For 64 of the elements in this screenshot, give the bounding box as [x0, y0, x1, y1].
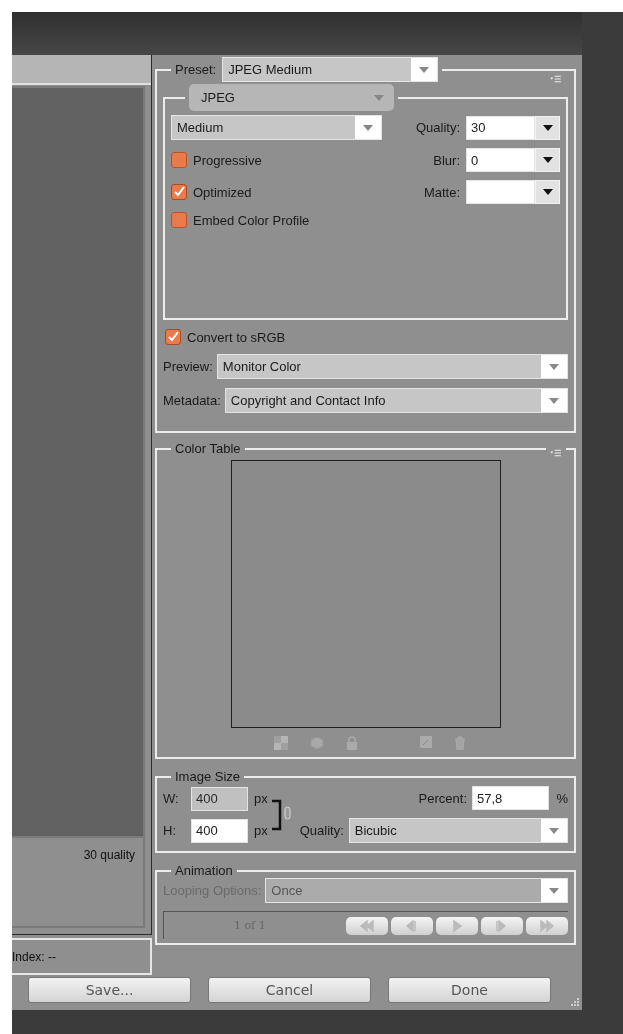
preview-dropdown[interactable]: Monitor Color [216, 354, 568, 379]
checker-icon[interactable] [273, 736, 288, 750]
unit-label: % [555, 790, 568, 806]
preset-label: Preset: [175, 62, 217, 77]
dialog-button[interactable]: Cancel [208, 977, 371, 1003]
unit-label: px [254, 823, 268, 838]
quality-label: Quality: [415, 120, 460, 135]
dimension-label: W: [163, 791, 180, 806]
checkbox[interactable] [171, 184, 187, 200]
dropdown-button[interactable] [535, 180, 560, 204]
caret-icon [419, 66, 430, 73]
group-title: Color Table [175, 441, 241, 456]
new-item-icon[interactable] [419, 736, 432, 748]
dialog-button[interactable]: Done [388, 977, 551, 1003]
caret-icon [549, 827, 559, 834]
caret-icon [542, 124, 553, 131]
caret-icon [549, 887, 559, 894]
unit-label: px [254, 791, 268, 806]
caret-icon [363, 124, 373, 131]
index-text: Index: -- [12, 949, 56, 964]
caret-icon [542, 189, 553, 195]
dropdown-button[interactable] [535, 148, 560, 172]
checkbox[interactable] [165, 329, 181, 345]
preset-dropdown[interactable]: JPEG Medium [222, 57, 439, 82]
group-title: Animation [175, 863, 233, 878]
resample-quality-label: Quality: [299, 823, 344, 838]
rewind-icon [357, 918, 377, 933]
dimension-field[interactable]: 400 [191, 786, 248, 811]
matte-field[interactable] [466, 180, 535, 204]
checkbox-label: Convert to sRGB [187, 329, 286, 345]
quality-field[interactable]: 30 [466, 115, 535, 140]
resample-dropdown[interactable]: Bicubic [348, 818, 568, 843]
fast-forward-icon [537, 918, 557, 933]
playback-button[interactable] [481, 916, 523, 935]
compression-dropdown[interactable]: Medium [171, 115, 382, 140]
checkbox[interactable] [171, 152, 187, 168]
caret-icon [542, 157, 553, 163]
format-dropdown[interactable]: JPEG [189, 84, 394, 111]
dimension-field[interactable]: 400 [191, 818, 248, 843]
percent-field[interactable]: 57,8 [472, 786, 549, 810]
caret-icon [374, 94, 384, 101]
blur-field[interactable]: 0 [466, 148, 535, 172]
playback-button[interactable] [346, 916, 388, 935]
preview-label: Preview: [163, 359, 213, 374]
dropdown-button[interactable] [535, 115, 560, 140]
playback-button[interactable] [436, 916, 478, 935]
checkbox-label: Embed Color Profile [193, 212, 310, 228]
caret-icon [549, 397, 559, 404]
group-title: Image Size [175, 769, 241, 784]
percent-label: Percent: [418, 790, 467, 806]
caret-icon [549, 363, 559, 370]
matte-label: Matte: [423, 184, 460, 200]
metadata-label: Metadata: [163, 393, 221, 408]
checkbox-label: Optimized [193, 184, 252, 200]
dimension-label: H: [163, 823, 177, 838]
blur-label: Blur: [433, 152, 460, 168]
resize-grip-icon[interactable] [571, 998, 579, 1006]
dialog-button[interactable]: Save... [28, 977, 191, 1003]
playback-button[interactable] [526, 916, 568, 935]
checkbox-label: Progressive [193, 152, 262, 168]
checkbox[interactable] [171, 212, 187, 228]
metadata-dropdown[interactable]: Copyright and Contact Info [224, 388, 568, 413]
playback-button[interactable] [391, 916, 433, 935]
quality-info: 30 quality [83, 848, 135, 862]
